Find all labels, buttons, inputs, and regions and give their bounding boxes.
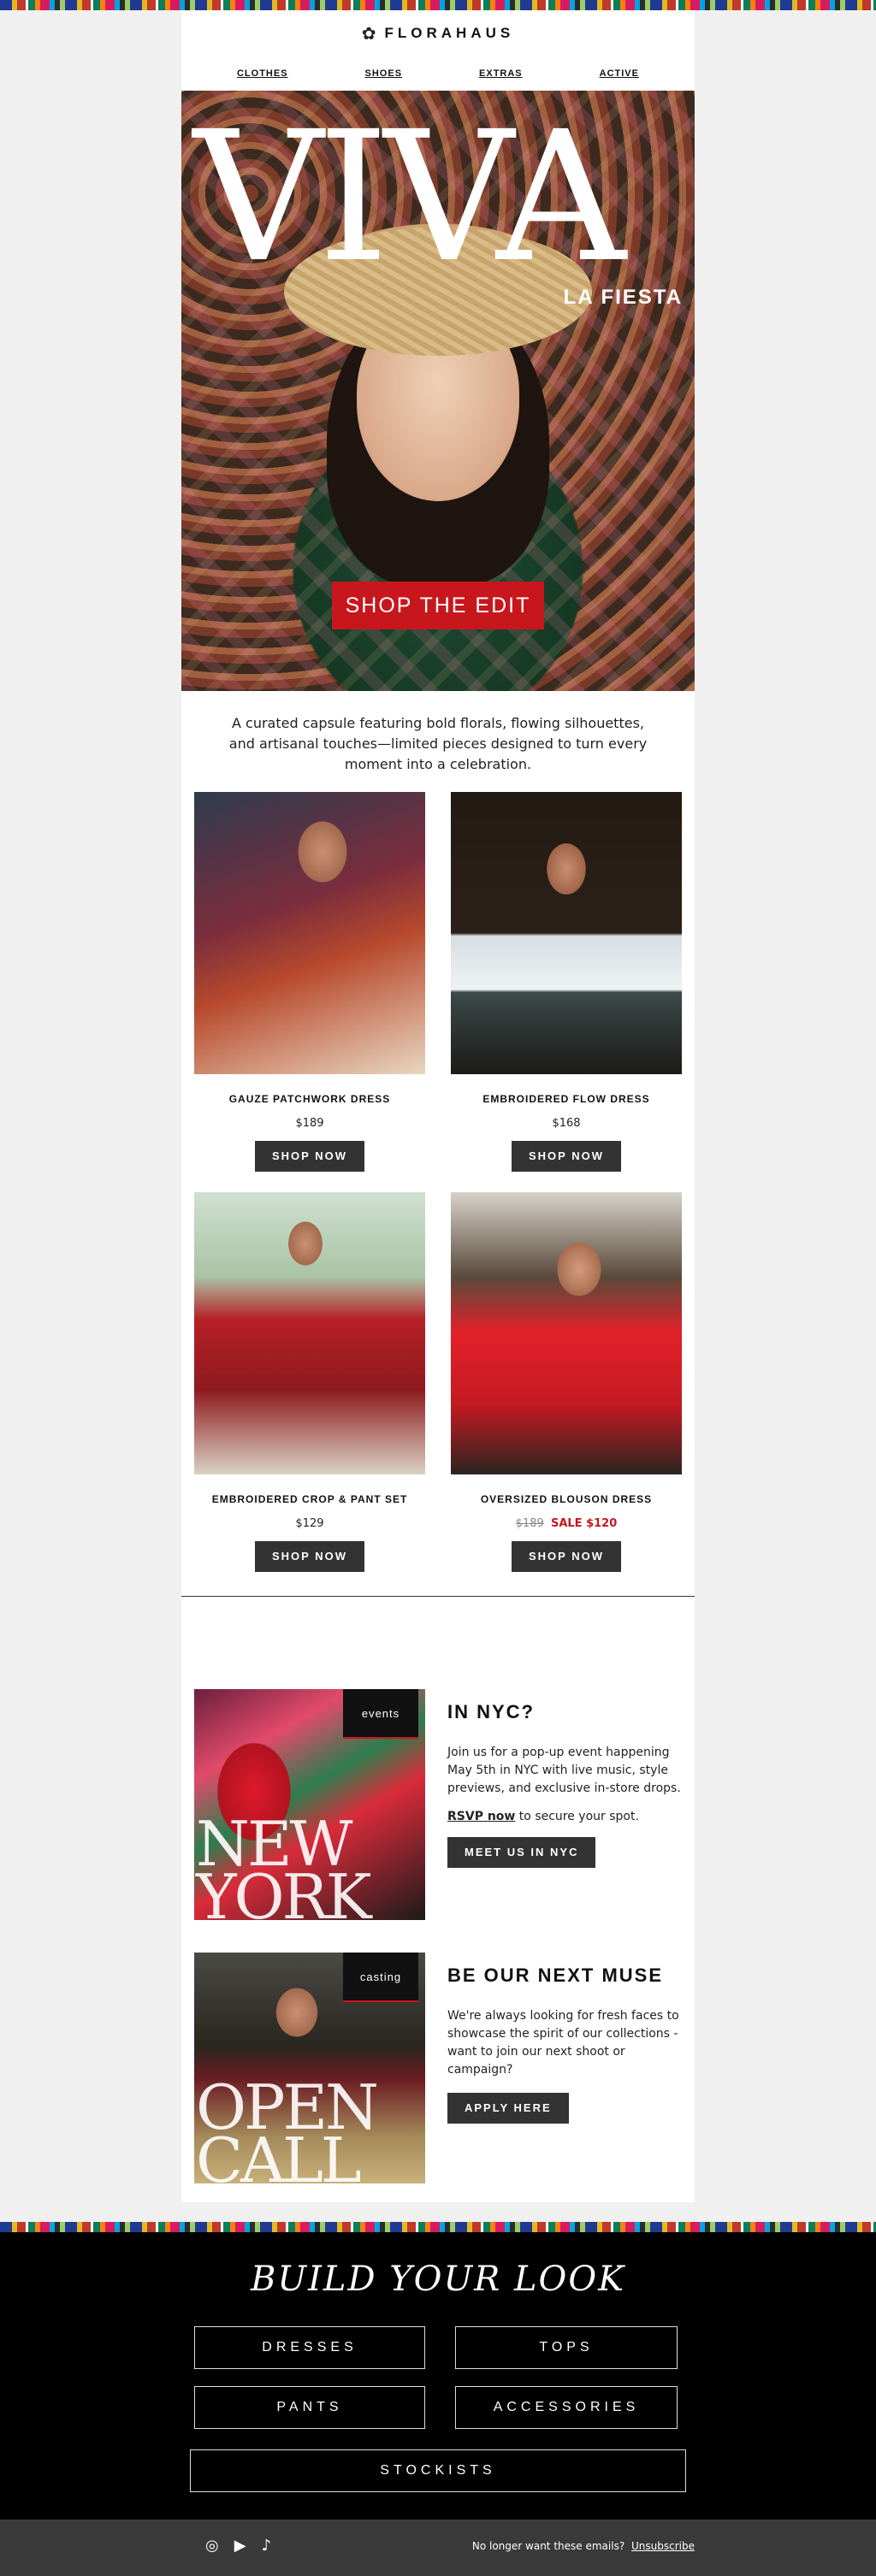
feature-casting: casting OPEN CALL BE OUR NEXT MUSE We're… — [181, 1953, 695, 2183]
hero-subtitle: LA FIESTA — [563, 286, 683, 309]
instagram-icon[interactable]: ◎ — [205, 2537, 219, 2555]
meet-us-in-nyc-button[interactable]: MEET US IN NYC — [447, 1837, 596, 1868]
nav-item-active[interactable]: ACTIVE — [600, 68, 639, 79]
product-card: GAUZE PATCHWORK DRESS $189 SHOP NOW — [194, 792, 425, 1172]
sale-price: SALE $120 — [550, 1517, 618, 1530]
unsubscribe-text: No longer want these emails? — [471, 2540, 625, 2552]
product-price: $129 — [194, 1517, 425, 1530]
youtube-icon[interactable]: ▶ — [234, 2537, 246, 2555]
product-name: GAUZE PATCHWORK DRESS — [228, 1093, 391, 1105]
product-price: $189 — [194, 1117, 425, 1130]
accessories-button[interactable]: ACCESSORIES — [455, 2386, 678, 2429]
unsubscribe-line: No longer want these emails? Unsubscribe — [472, 2540, 695, 2552]
product-price: $168 — [451, 1117, 682, 1130]
build-your-look-heading: BUILD YOUR LOOK — [250, 2260, 626, 2299]
hero-banner[interactable]: VIVA LA FIESTA SHOP THE EDIT — [181, 91, 695, 691]
shop-the-edit-button[interactable]: SHOP THE EDIT — [332, 582, 544, 629]
pants-button[interactable]: PANTS — [194, 2386, 425, 2429]
nav-item-clothes[interactable]: CLOTHES — [237, 68, 288, 79]
events-text: IN NYC? Join us for a pop-up event happe… — [425, 1689, 682, 1920]
casting-image[interactable]: casting OPEN CALL — [194, 1953, 425, 2183]
product-card: EMBROIDERED FLOW DRESS $168 SHOP NOW — [451, 792, 682, 1172]
hero-title: VIVA — [193, 92, 626, 302]
stockists-button[interactable]: STOCKISTS — [190, 2449, 686, 2492]
events-overlay-text: NEW YORK — [196, 1813, 372, 1920]
unsubscribe-link[interactable]: Unsubscribe — [631, 2540, 695, 2552]
email-body: ✿ FLORAHAUS CLOTHES SHOES EXTRAS ACTIVE … — [181, 10, 695, 2202]
events-heading: IN NYC? — [447, 1701, 535, 1722]
events-body: Join us for a pop-up event happening May… — [447, 1746, 681, 1795]
intro-text: A curated capsule featuring bold florals… — [228, 715, 648, 772]
casting-tag: casting — [343, 1953, 418, 2002]
product-grid: GAUZE PATCHWORK DRESS $189 SHOP NOW EMBR… — [181, 792, 695, 1572]
footer-links: BUILD YOUR LOOK DRESSES TOPS PANTS ACCES… — [0, 2232, 876, 2520]
rsvp-line: RSVP now to secure your spot. — [447, 1810, 682, 1823]
product-image[interactable] — [194, 1192, 425, 1474]
nav-item-shoes[interactable]: SHOES — [365, 68, 403, 79]
tops-button[interactable]: TOPS — [455, 2326, 678, 2369]
price-value: $189 — [295, 1117, 324, 1130]
events-image[interactable]: events NEW YORK — [194, 1689, 425, 1920]
product-image[interactable] — [451, 1192, 682, 1474]
nav-item-extras[interactable]: EXTRAS — [479, 68, 523, 79]
rsvp-text: to secure your spot. — [515, 1810, 639, 1823]
overlay-line: CALL — [196, 2124, 362, 2183]
casting-body: We're always looking for fresh faces to … — [447, 2009, 679, 2077]
rsvp-link[interactable]: RSVP now — [447, 1810, 515, 1823]
social-links: ◎ ▶ ♪ — [205, 2537, 271, 2555]
overlay-line: YORK — [196, 1861, 372, 1920]
decorative-stripe-bottom — [0, 2222, 876, 2232]
product-name: EMBROIDERED FLOW DRESS — [482, 1093, 650, 1105]
product-name: OVERSIZED BLOUSON DRESS — [480, 1493, 653, 1505]
casting-text: BE OUR NEXT MUSE We're always looking fo… — [425, 1953, 682, 2183]
product-card: OVERSIZED BLOUSON DRESS $189 SALE $120 S… — [451, 1192, 682, 1572]
feature-events: events NEW YORK IN NYC? Join us for a po… — [181, 1689, 695, 1920]
price-value: $129 — [295, 1517, 324, 1530]
brand-logo[interactable]: ✿ FLORAHAUS — [181, 10, 695, 56]
original-price: $189 — [515, 1517, 544, 1530]
brand-name: FLORAHAUS — [384, 25, 515, 41]
shop-now-button[interactable]: SHOP NOW — [512, 1141, 621, 1172]
footer-bottom-bar: ◎ ▶ ♪ No longer want these emails? Unsub… — [0, 2520, 876, 2576]
dresses-button[interactable]: DRESSES — [194, 2326, 425, 2369]
product-image[interactable] — [451, 792, 682, 1074]
top-nav: CLOTHES SHOES EXTRAS ACTIVE — [181, 56, 695, 91]
flower-logo-icon: ✿ — [361, 23, 376, 44]
price-value: $168 — [552, 1117, 581, 1130]
product-name: EMBROIDERED CROP & PANT SET — [211, 1493, 408, 1505]
decorative-stripe-top — [0, 0, 876, 10]
shop-now-button[interactable]: SHOP NOW — [255, 1141, 364, 1172]
apply-here-button[interactable]: APPLY HERE — [447, 2093, 569, 2124]
shop-now-button[interactable]: SHOP NOW — [255, 1541, 364, 1572]
product-price: $189 SALE $120 — [451, 1517, 682, 1530]
product-image[interactable] — [194, 792, 425, 1074]
casting-heading: BE OUR NEXT MUSE — [447, 1964, 664, 1986]
casting-overlay-text: OPEN CALL — [196, 2077, 379, 2183]
events-tag: events — [343, 1689, 418, 1739]
product-card: EMBROIDERED CROP & PANT SET $129 SHOP NO… — [194, 1192, 425, 1572]
tiktok-icon[interactable]: ♪ — [262, 2537, 272, 2555]
shop-now-button[interactable]: SHOP NOW — [512, 1541, 621, 1572]
